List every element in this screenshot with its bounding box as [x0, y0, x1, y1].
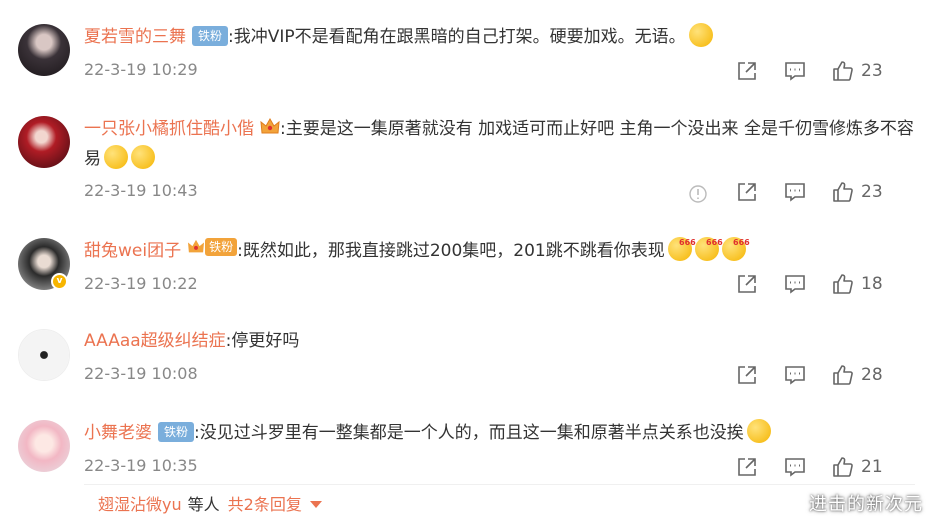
thumbs-up-icon — [833, 61, 853, 81]
comment-icon — [785, 366, 805, 385]
like-count: 23 — [861, 61, 883, 81]
share-button[interactable] — [735, 362, 759, 388]
comment-time: 22-3-19 10:08 — [84, 364, 198, 383]
avatar[interactable] — [18, 116, 70, 168]
thumbs-up-icon — [833, 365, 853, 385]
comment-icon — [785, 62, 805, 81]
report-button[interactable] — [688, 181, 708, 207]
like-button[interactable]: 23 — [831, 58, 883, 84]
clap-emoji-icon — [131, 145, 155, 169]
like-button[interactable]: 23 — [831, 179, 883, 205]
shush-emoji-icon — [688, 23, 713, 47]
thumbs-up-icon — [833, 457, 853, 477]
username[interactable]: 小舞老婆 — [84, 423, 152, 443]
like-button[interactable]: 28 — [831, 362, 883, 388]
comment-time: 22-3-19 10:22 — [84, 274, 198, 293]
watermark: 进击的新次元 — [809, 494, 923, 515]
avatar[interactable] — [18, 420, 70, 472]
thumbs-up-icon — [833, 274, 853, 294]
share-button[interactable] — [735, 271, 759, 297]
comment-text: :我冲VIP不是看配角在跟黑暗的自己打架。硬要加戏。无语。 — [228, 27, 686, 47]
reply-summary[interactable]: 翅湿沾微yu 等人 共2条回复 — [98, 493, 322, 517]
share-icon — [738, 275, 756, 293]
comment-button[interactable] — [783, 58, 807, 84]
thumbs-up-icon — [833, 182, 853, 202]
like-count: 28 — [861, 365, 883, 385]
comment-button[interactable] — [783, 271, 807, 297]
sweat-emoji-icon — [746, 419, 771, 443]
like-count: 18 — [861, 274, 883, 294]
comment-button[interactable] — [783, 179, 807, 205]
666-emoji-icon — [721, 228, 750, 261]
fan-badge: 铁粉 — [158, 422, 195, 442]
666-emoji-icon — [694, 228, 723, 261]
like-count: 21 — [861, 457, 883, 477]
share-button[interactable] — [735, 454, 759, 480]
comment-text: :既然如此，那我直接跳过200集吧，201跳不跳看你表现 — [237, 241, 665, 261]
like-count: 23 — [861, 182, 883, 202]
share-icon — [738, 183, 756, 201]
reply-user[interactable]: 翅湿沾微yu — [98, 495, 182, 514]
reply-total[interactable]: 共2条回复 — [228, 495, 302, 514]
comment-actions: 18 — [735, 271, 935, 297]
fan-badge-label: 铁粉 — [205, 238, 238, 256]
comment-time: 22-3-19 10:43 — [84, 181, 198, 200]
comment-actions: 21 — [735, 454, 935, 480]
avatar[interactable] — [18, 24, 70, 76]
fan-badge: 铁粉 — [192, 26, 229, 46]
comment-text: :没见过斗罗里有一整集都是一个人的，而且这一集和原著半点关系也没挨 — [194, 423, 744, 443]
comment-button[interactable] — [783, 454, 807, 480]
crown-badge-icon — [188, 239, 205, 253]
like-button[interactable]: 21 — [831, 454, 883, 480]
caret-down-icon[interactable] — [309, 501, 322, 508]
report-icon — [689, 185, 707, 203]
username[interactable]: 夏若雪的三舞 — [84, 27, 186, 47]
comment-actions: 28 — [735, 362, 935, 388]
username[interactable]: AAAaa超级纠结症 — [84, 331, 226, 351]
username[interactable]: 甜兔wei团子 — [84, 241, 181, 261]
reply-etc: 等人 — [187, 495, 220, 514]
clap-emoji-icon — [104, 145, 128, 169]
verified-icon: v — [51, 273, 68, 290]
comment-time: 22-3-19 10:35 — [84, 456, 198, 475]
comment-text: :停更好吗 — [225, 331, 300, 351]
like-button[interactable]: 18 — [831, 271, 883, 297]
share-button[interactable] — [735, 58, 759, 84]
comment-actions: 23 — [689, 179, 935, 205]
comment-time: 22-3-19 10:29 — [84, 60, 198, 79]
comment-icon — [785, 183, 805, 202]
avatar[interactable] — [18, 329, 70, 381]
666-emoji-icon — [667, 228, 696, 261]
comment-actions: 23 — [735, 58, 935, 84]
crown-badge-icon — [260, 116, 280, 134]
share-icon — [738, 366, 756, 384]
share-button[interactable] — [735, 179, 759, 205]
share-icon — [738, 62, 756, 80]
comment-icon — [785, 458, 805, 477]
username[interactable]: 一只张小橘抓住酷小偕 — [84, 119, 254, 139]
divider — [84, 484, 915, 485]
comment-button[interactable] — [783, 362, 807, 388]
comment-icon — [785, 275, 805, 294]
fan-badge: 铁粉 — [187, 237, 238, 257]
share-icon — [738, 458, 756, 476]
